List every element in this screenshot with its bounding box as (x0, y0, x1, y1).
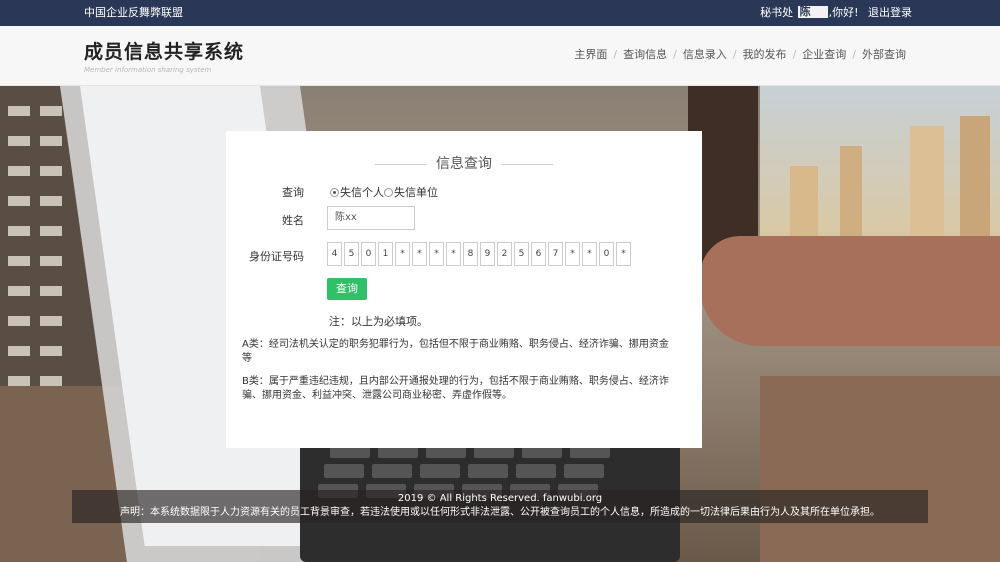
name-input[interactable]: 陈xx (327, 206, 415, 230)
copyright: 2019 © All Rights Reserved. fanwubi.org (397, 493, 603, 504)
id-digit-input[interactable]: 0 (361, 242, 376, 266)
main-nav: 主界面 / 查询信息 / 信息录入 / 我的发布 / 企业查询 / 外部查询 (574, 46, 906, 62)
query-submit-button[interactable]: 查询 (327, 278, 367, 300)
disclaimer-statement: 声明：本系统数据限于人力资源有关的员工背景审查，若违法使用或以任何形式非法泄露、… (120, 507, 880, 518)
top-bar: 中国企业反舞弊联盟 秘书处 陈 ,你好! 退出登录 (0, 0, 1000, 26)
site-subtitle: Member information sharing system (84, 66, 212, 74)
nav-external-query[interactable]: 外部查询 (862, 48, 906, 61)
background-carpet (760, 376, 1000, 562)
id-digit-input[interactable]: 1 (378, 242, 393, 266)
id-number-label: 身份证号码 (249, 250, 304, 263)
id-digit-input[interactable]: 5 (344, 242, 359, 266)
radio-dishonest-person-control[interactable] (330, 188, 339, 197)
query-type-label: 查询 (282, 186, 304, 199)
organization-name: 中国企业反舞弊联盟 (84, 6, 183, 19)
id-digit-input[interactable]: 4 (327, 242, 342, 266)
title-divider-left (375, 163, 427, 165)
radio-dishonest-company-control[interactable] (384, 188, 393, 197)
nav-separator: / (673, 48, 677, 61)
name-label: 姓名 (282, 214, 304, 227)
id-digit-input[interactable]: 6 (531, 242, 546, 266)
background-arm (700, 236, 1000, 346)
nav-separator: / (732, 48, 737, 61)
form-title: 信息查询 (226, 153, 702, 173)
id-digit-input[interactable]: * (395, 242, 410, 266)
id-digit-input[interactable]: 0 (599, 242, 614, 266)
greeting-suffix: ,你好! (828, 6, 859, 19)
nav-separator: / (613, 48, 618, 61)
id-digit-input[interactable]: * (429, 242, 444, 266)
category-b-description: B类：属于严重违纪违规，且内部公开通报处理的行为，包括不限于商业贿赂、职务侵占、… (242, 376, 669, 401)
nav-info-entry[interactable]: 信息录入 (683, 48, 727, 61)
logout-link[interactable]: 退出登录 (868, 6, 912, 19)
id-digit-input[interactable]: * (565, 242, 580, 266)
id-digit-input[interactable]: 7 (548, 242, 563, 266)
query-type-radio-group: 失信个人 失信单位 (330, 184, 438, 200)
id-digit-input[interactable]: * (582, 242, 597, 266)
radio-dishonest-person[interactable]: 失信个人 (330, 186, 384, 199)
required-note: 注：以上为必填项。 (329, 315, 428, 328)
nav-company-query[interactable]: 企业查询 (802, 48, 846, 61)
site-footer: 2019 © All Rights Reserved. fanwubi.org … (72, 490, 928, 523)
user-greeting: 秘书处 陈 ,你好! 退出登录 (760, 0, 912, 26)
nav-query-info[interactable]: 查询信息 (623, 48, 667, 61)
id-digit-input[interactable]: * (616, 242, 631, 266)
masked-user-name: 陈 (797, 5, 828, 18)
id-digit-input[interactable]: * (412, 242, 427, 266)
nav-separator: / (852, 48, 856, 61)
id-digit-input[interactable]: * (446, 242, 461, 266)
category-a-description: A类：经司法机关认定的职务犯罪行为，包括但不限于商业贿赂、职务侵占、经济诈骗、挪… (242, 339, 669, 364)
id-digit-input[interactable]: 9 (480, 242, 495, 266)
nav-my-posts[interactable]: 我的发布 (743, 48, 787, 61)
id-digit-input[interactable]: 8 (463, 242, 478, 266)
radio-dishonest-company[interactable]: 失信单位 (384, 186, 438, 199)
site-title: 成员信息共享系统 (84, 41, 245, 63)
site-header: 成员信息共享系统 Member information sharing syst… (0, 26, 1000, 86)
nav-separator: / (792, 48, 797, 61)
title-divider-right (501, 163, 553, 165)
nav-home[interactable]: 主界面 (574, 48, 607, 61)
id-digit-input[interactable]: 2 (497, 242, 512, 266)
greeting-prefix: 秘书处 (760, 6, 797, 19)
id-digit-input[interactable]: 5 (514, 242, 529, 266)
